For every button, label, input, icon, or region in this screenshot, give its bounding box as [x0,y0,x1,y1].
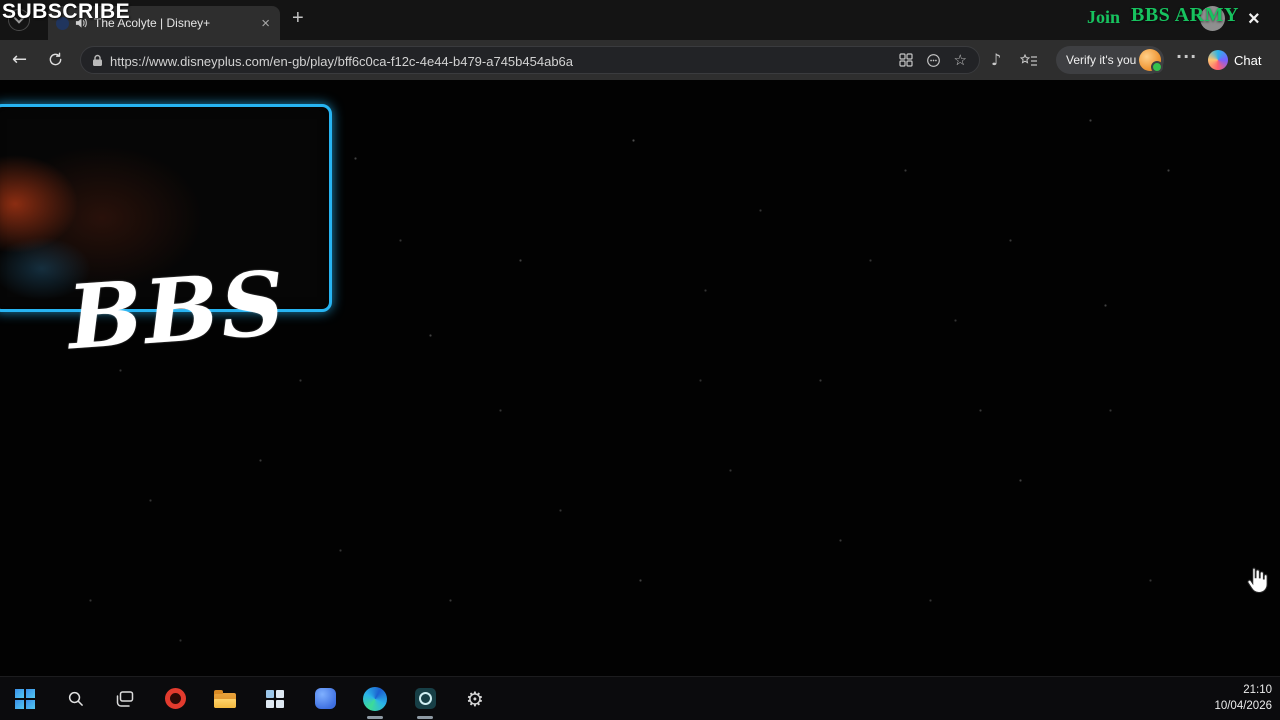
red-app-button[interactable] [150,677,200,720]
page-actions-icon[interactable] [926,53,941,73]
status-dot [1151,61,1163,73]
task-view-icon [116,690,134,707]
app-window-icon [266,689,284,708]
taskbar: ⚙ 21:10 10/04/2026 [0,676,1280,720]
taskbar-clock[interactable]: 21:10 10/04/2026 [1214,682,1272,714]
stream-watermark: BBS [64,250,290,370]
favorites-bar-button[interactable] [1019,53,1038,72]
window-app-button[interactable] [250,677,300,720]
starfield [0,80,1,81]
clock-time: 21:10 [1243,684,1272,696]
profile-avatar [1139,49,1163,73]
apps-grid-icon[interactable] [899,53,913,72]
clock-date: 10/04/2026 [1214,700,1272,712]
edge-browser-button[interactable] [350,677,400,720]
task-view-button[interactable] [100,677,150,720]
screen: The Acolyte | Disney+ × + ← https://www.… [0,0,1280,720]
gear-icon: ⚙ [466,686,484,711]
folder-icon [214,689,236,708]
address-bar[interactable]: https://www.disneyplus.com/en-gb/play/bf… [80,46,980,74]
browser-toolbar: ← https://www.disneyplus.com/en-gb/play/… [0,40,1280,80]
join-overlay: Join [1087,7,1121,27]
back-button[interactable]: ← [12,49,27,70]
file-explorer-button[interactable] [200,677,250,720]
red-ring-icon [164,688,186,709]
blue-app-button[interactable] [300,677,350,720]
verify-label: Verify it's you [1066,53,1137,67]
lock-icon[interactable] [92,54,103,72]
url-text: https://www.disneyplus.com/en-gb/play/bf… [110,54,574,69]
taskbar-icons: ⚙ [0,677,500,720]
favorites-star-icon [1019,53,1037,66]
edge-icon [363,686,387,711]
copilot-chat-button[interactable]: Chat [1208,46,1261,74]
add-favorite-button[interactable]: ☆ [954,51,967,69]
browser-menu-button[interactable]: ··· [1176,47,1197,66]
new-tab-button[interactable]: + [292,7,304,30]
verify-profile-button[interactable]: Verify it's you [1056,46,1164,74]
windows-logo-icon [15,688,35,709]
start-button[interactable] [0,677,50,720]
copilot-icon [1208,50,1228,70]
refresh-icon [49,52,62,66]
mouse-cursor-hand [1247,567,1268,594]
taskbar-search-button[interactable] [50,677,100,720]
refresh-button[interactable] [48,52,63,72]
window-close-button[interactable]: × [1248,5,1260,33]
capture-app-button[interactable] [400,677,450,720]
subscribe-overlay: SUBSCRIBE [2,0,131,23]
capture-app-icon [414,688,436,709]
media-controls-button[interactable]: ♪ [991,50,1001,69]
running-indicator [417,716,433,719]
search-icon [68,691,83,706]
settings-button[interactable]: ⚙ [450,677,500,720]
tab-close-button[interactable]: × [259,16,272,31]
blue-app-icon [314,688,336,709]
running-indicator [367,716,383,719]
chat-label: Chat [1234,52,1262,68]
army-overlay: BBS ARMY [1131,4,1239,26]
